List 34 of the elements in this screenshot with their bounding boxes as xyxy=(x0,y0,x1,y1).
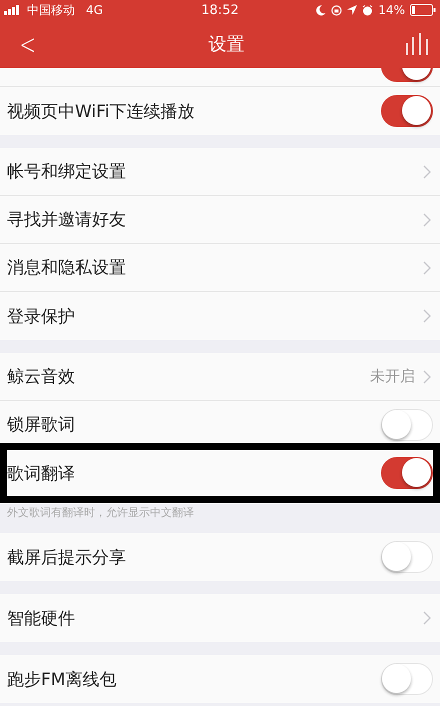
setting-label: 歌词翻译 xyxy=(7,462,75,484)
battery-text: 14% xyxy=(378,3,405,17)
setting-label: 跑步FM离线包 xyxy=(7,668,116,690)
setting-label: 截屏后提示分享 xyxy=(7,546,126,568)
location-icon xyxy=(347,5,358,15)
setting-label: 视频页中WiFi下连续播放 xyxy=(7,100,194,122)
page-title: 设置 xyxy=(208,33,245,56)
battery-icon xyxy=(410,4,436,16)
chevron-right-icon[interactable] xyxy=(423,164,431,178)
clock-text: 18:52 xyxy=(201,2,239,18)
setting-label: 鲸云音效 xyxy=(7,366,75,388)
carrier-text: 中国移动 xyxy=(27,2,75,18)
alarm-icon xyxy=(362,4,374,16)
chevron-right-icon[interactable] xyxy=(423,260,431,274)
moon-icon xyxy=(316,4,326,16)
setting-value: 未开启 xyxy=(370,367,415,386)
rotation-lock-icon xyxy=(331,4,342,16)
chevron-right-icon[interactable] xyxy=(423,212,431,226)
chevron-right-icon[interactable] xyxy=(423,611,431,625)
setting-label: 消息和隐私设置 xyxy=(7,257,126,279)
setting-label: 锁屏歌词 xyxy=(7,414,75,436)
toggle-switch[interactable] xyxy=(381,95,433,127)
setting-label: 智能硬件 xyxy=(7,608,75,630)
back-button[interactable]: < xyxy=(14,28,42,60)
setting-label: 登录保护 xyxy=(7,306,75,328)
chevron-right-icon[interactable] xyxy=(423,309,431,323)
equalizer-icon[interactable] xyxy=(406,33,428,55)
setting-label: 帐号和绑定设置 xyxy=(7,161,126,183)
setting-label: 寻找并邀请好友 xyxy=(7,209,126,231)
toggle-switch[interactable] xyxy=(381,457,433,489)
signal-icon xyxy=(4,5,22,15)
network-text: 4G xyxy=(86,3,103,17)
chevron-right-icon[interactable] xyxy=(423,370,431,384)
setting-description: 外文歌词有翻译时，允许显示中文翻译 xyxy=(6,505,195,521)
